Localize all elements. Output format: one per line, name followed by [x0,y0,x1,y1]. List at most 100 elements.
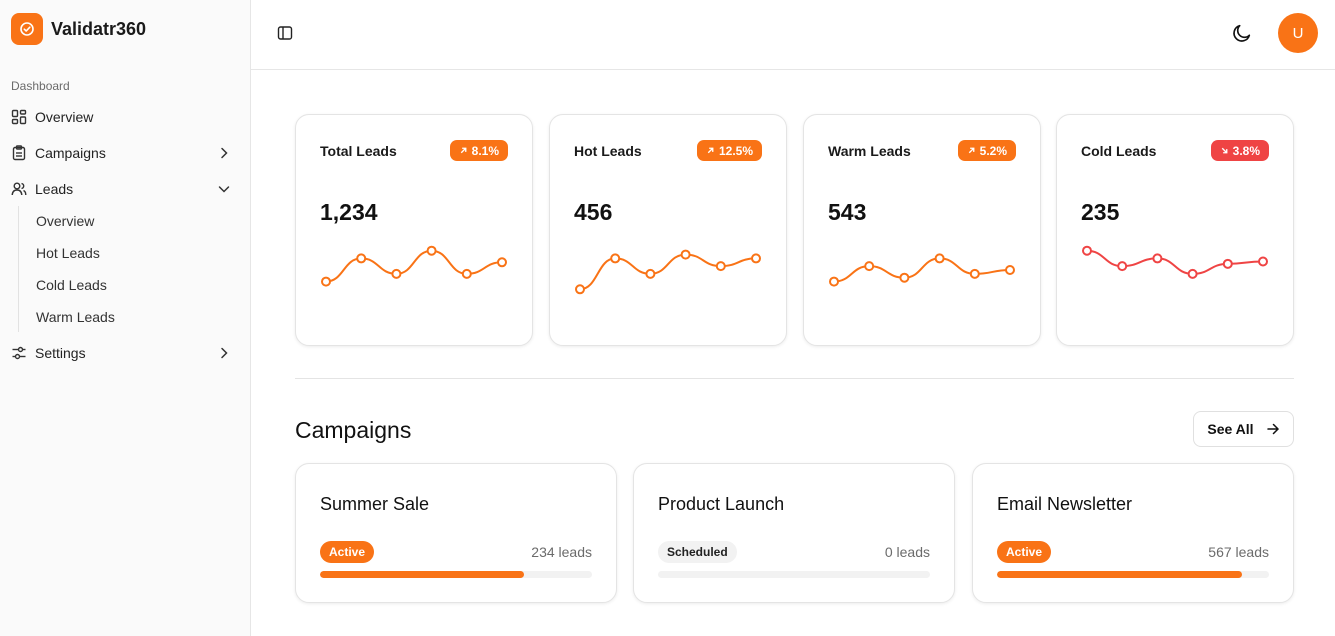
stat-title: Cold Leads [1081,143,1157,159]
stat-title: Warm Leads [828,143,911,159]
stat-change-badge: 12.5% [696,140,762,161]
sparkline-point [461,268,472,279]
sparkline-point [715,261,726,272]
sidebar-subitem-warm-leads[interactable]: Warm Leads [36,307,115,327]
stat-value: 543 [828,199,867,225]
sidebar-toggle-icon[interactable] [277,25,293,41]
logo-icon [11,13,43,45]
sparkline-point [575,284,585,295]
progress-fill [997,571,1242,578]
stat-change-value: 5.2% [979,143,1007,158]
sidebar-item-leads[interactable]: Leads [11,177,237,201]
sidebar: Validatr360 Dashboard Overview Campaigns… [0,0,251,636]
sidebar-item-overview[interactable]: Overview [11,105,237,129]
stat-title: Hot Leads [574,143,642,159]
sidebar-item-label: Settings [35,345,86,361]
arrow-right-icon [1266,423,1279,435]
sidebar-subitem-overview[interactable]: Overview [36,211,94,231]
chevron-right-icon [221,347,228,359]
moon-icon[interactable] [1231,22,1253,44]
campaign-card[interactable]: Summer Sale Active 234 leads [295,463,617,603]
campaign-lead-count: 234 leads [531,544,592,560]
stat-card-cold-leads: Cold Leads 3.8% 235 [1056,114,1294,346]
clipboard-icon [11,145,27,161]
stat-change-badge: 8.1% [449,140,508,161]
sparkline-point [864,261,875,272]
sidebar-subitem-hot-leads[interactable]: Hot Leads [36,243,100,263]
stat-change-value: 8.1% [471,143,499,158]
stat-value: 456 [574,199,613,225]
arrow-up-right-icon [707,147,714,154]
sparkline-point [969,268,980,279]
layout-grid-icon [11,109,27,125]
submenu-guide-line [18,206,19,332]
stat-change-badge: 5.2% [957,140,1016,161]
status-badge: Active [320,541,375,563]
app-name: Validatr360 [51,18,147,39]
sparkline-point [1258,256,1268,267]
sparkline-point [751,253,761,264]
section-divider [295,378,1294,379]
campaign-lead-count: 0 leads [884,544,930,560]
sidebar-subitem-cold-leads[interactable]: Cold Leads [36,275,107,295]
sidebar-item-campaigns[interactable]: Campaigns [11,141,237,165]
sparkline-point [426,245,437,256]
sparkline [321,245,507,287]
sparkline-point [680,249,691,260]
sidebar-item-settings[interactable]: Settings [11,341,237,365]
stat-card-total-leads: Total Leads 8.1% 1,234 [295,114,533,346]
section-label-dashboard: Dashboard [11,79,70,93]
progress-fill [320,571,524,578]
top-header: U [251,0,1335,70]
stat-change-value: 12.5% [718,143,753,158]
sparkline-point [829,276,839,287]
sparkline [575,249,761,295]
stat-change-value: 3.8% [1232,143,1260,158]
sidebar-item-label: Leads [35,181,74,197]
sparkline-point [1005,265,1015,275]
sparkline-point [1082,245,1092,256]
campaign-name: Summer Sale [320,494,430,514]
arrow-up-right-icon [968,147,975,154]
sparkline [829,253,1015,287]
see-all-button[interactable]: See All [1193,411,1294,447]
campaign-progress-bar [658,571,930,578]
stat-card-warm-leads: Warm Leads 5.2% 543 [803,114,1041,346]
sparkline-point [934,253,945,264]
sparkline-point [391,268,402,279]
stat-title: Total Leads [320,143,397,159]
status-badge: Scheduled [658,541,737,563]
campaign-card[interactable]: Email Newsletter Active 567 leads [972,463,1294,603]
chevron-down-icon [218,186,230,193]
sparkline-point [356,253,367,264]
campaign-name: Email Newsletter [997,494,1133,514]
users-icon [11,181,27,197]
sparkline-series [1086,249,1264,275]
campaigns-heading: Campaigns [295,417,412,443]
campaign-progress-bar [320,571,592,578]
arrow-up-right-icon [460,147,467,154]
brand[interactable]: Validatr360 [11,13,146,45]
sidebar-item-label: Campaigns [35,145,106,161]
sparkline-point [1187,268,1198,279]
sidebar-item-label: Overview [35,109,94,125]
status-badge: Active [997,541,1052,563]
sparkline-point [1117,261,1128,272]
sparkline-series [579,253,757,291]
sparkline [1082,245,1268,279]
see-all-label: See All [1207,421,1254,437]
sparkline-point [1152,253,1163,264]
campaign-progress-bar [997,571,1269,578]
stat-card-hot-leads: Hot Leads 12.5% 456 [549,114,787,346]
stat-value: 1,234 [320,199,378,225]
chevron-right-icon [221,147,228,159]
sparkline-series [325,249,503,283]
sliders-icon [11,345,27,361]
campaign-card[interactable]: Product Launch Scheduled 0 leads [633,463,955,603]
stat-change-badge: 3.8% [1210,140,1269,161]
user-avatar[interactable]: U [1278,13,1318,53]
sparkline-point [497,257,507,268]
sparkline-series [833,257,1011,283]
sparkline-point [1222,258,1233,269]
sparkline-point [321,276,331,287]
